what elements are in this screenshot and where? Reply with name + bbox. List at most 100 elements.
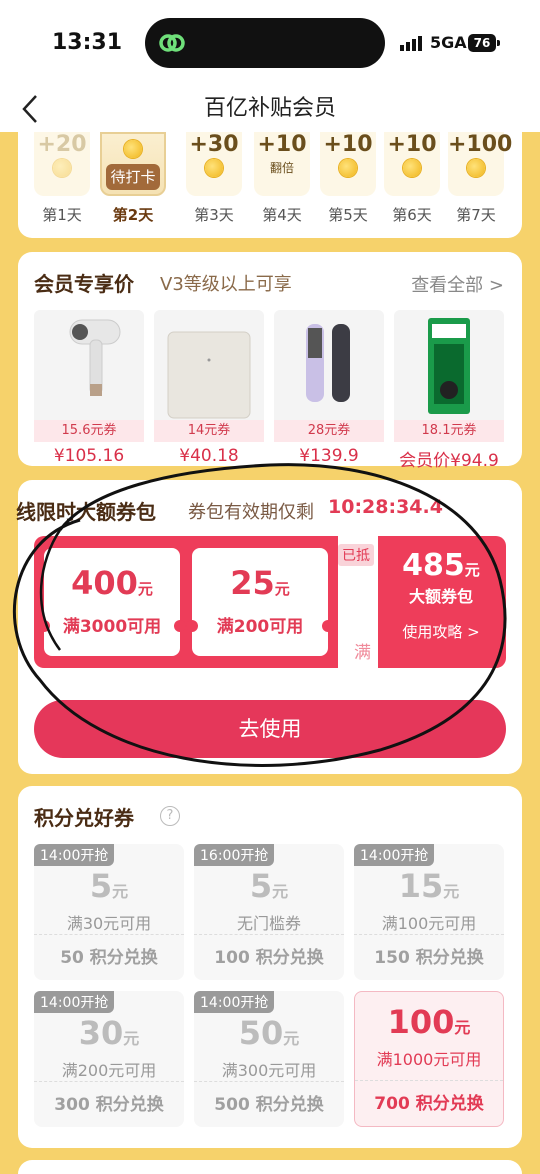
checkin-day-5[interactable]: +10 第5天 xyxy=(320,132,376,225)
coupon-strip[interactable]: 400元 满3000可用 25元 满200可用 已抵 满 485元 大额券包 使… xyxy=(34,536,506,668)
points-coupon[interactable]: 14:00开抢 15元 满100元可用 150 积分兑换 xyxy=(354,844,504,980)
status-bar: 13:31 5GA 76 xyxy=(0,0,540,88)
hair-brush-image xyxy=(274,310,384,420)
checkin-day-1[interactable]: +20 第1天 xyxy=(34,132,90,225)
coupon-amount: 50 xyxy=(238,1014,284,1052)
points-coupon[interactable]: 14:00开抢 50元 满300元可用 500 积分兑换 xyxy=(194,991,344,1127)
coupon-unit: 元 xyxy=(283,1029,300,1048)
product-item[interactable]: 28元券 ¥139.9 xyxy=(274,310,384,466)
pack-coupon[interactable]: 25元 满200可用 xyxy=(186,548,334,656)
points-exchange-card: 积分兑好券 ? 14:00开抢 5元 满30元可用 50 积分兑换 16:00开… xyxy=(18,786,522,1148)
page-title: 百亿补贴会员 xyxy=(203,96,336,121)
coupon-condition: 满3000可用 xyxy=(62,617,162,637)
pack-total-unit: 元 xyxy=(464,561,480,579)
coupon-unit: 元 xyxy=(112,882,129,901)
coupon-condition: 满200可用 xyxy=(216,617,304,637)
product-price: ¥40.18 xyxy=(179,446,239,466)
app-link-icon xyxy=(159,34,185,52)
camera-image xyxy=(394,310,504,420)
product-price: ¥105.16 xyxy=(53,446,125,466)
coupon-condition: 无门槛券 xyxy=(236,914,301,933)
day-label: 第4天 xyxy=(262,206,302,224)
coupon-unit: 元 xyxy=(454,1018,471,1037)
coin-icon xyxy=(53,159,71,177)
coupon-condition: 满100元可用 xyxy=(381,914,477,933)
coupon-tag: 15.6元券 xyxy=(34,420,144,442)
product-price: 会员价¥94.9 xyxy=(399,451,499,471)
coupon-amount: 400 xyxy=(71,564,138,602)
points-cost[interactable]: 300 积分兑换 xyxy=(34,1081,184,1127)
points-coupon[interactable]: 14:00开抢 30元 满200元可用 300 积分兑换 xyxy=(34,991,184,1127)
network-label: 5GA xyxy=(430,33,467,52)
coupon-pack-card: 线限时大额券包 券包有效期仅剩 10:28:34.4 400元 满3000可用 … xyxy=(16,480,522,774)
points-cost[interactable]: 100 积分兑换 xyxy=(194,934,344,980)
day-label: 第7天 xyxy=(456,206,496,224)
pack-subtitle: 券包有效期仅剩 xyxy=(188,502,314,523)
start-time-badge: 14:00开抢 xyxy=(34,991,115,1013)
coupon-amount: 30 xyxy=(78,1014,124,1052)
day-amount: +10 xyxy=(387,132,437,157)
checkin-day-4[interactable]: +10 翻倍 第4天 xyxy=(254,132,310,225)
coupon-tag: 28元券 xyxy=(274,420,384,442)
checkin-card: +20 第1天 待打卡 第2天 +30 第3天 +10 翻倍 第4天 +10 第5… xyxy=(18,132,522,238)
usage-guide-link[interactable]: 使用攻略 > xyxy=(386,621,496,642)
member-price-card: 会员专享价 V3等级以上可享 查看全部 > 15.6元券 ¥105.16 14元… xyxy=(18,252,522,471)
help-icon[interactable]: ? xyxy=(160,806,180,826)
checkin-day-7[interactable]: +100 第7天 xyxy=(448,132,513,225)
view-all-link[interactable]: 查看全部 > xyxy=(411,271,504,297)
next-section-card xyxy=(18,1160,522,1174)
points-cost[interactable]: 700 积分兑换 xyxy=(355,1080,503,1126)
pack-total-label: 大额券包 xyxy=(408,587,473,606)
points-coupon[interactable]: 16:00开抢 5元 无门槛券 100 积分兑换 xyxy=(194,844,344,980)
day-amount: +20 xyxy=(37,132,87,157)
use-coupon-button[interactable]: 去使用 xyxy=(34,700,506,758)
coin-icon xyxy=(124,140,142,158)
coupon-unit: 元 xyxy=(137,580,153,598)
product-item[interactable]: 14元券 ¥40.18 xyxy=(154,310,264,466)
coupon-condition: 满30元可用 xyxy=(66,914,152,933)
checkin-day-2[interactable]: 待打卡 第2天 xyxy=(100,132,166,225)
day-amount: +10 xyxy=(257,132,307,157)
coin-icon xyxy=(339,159,357,177)
member-title: 会员专享价 xyxy=(34,272,134,296)
product-item[interactable]: 15.6元券 ¥105.16 xyxy=(34,310,144,466)
battery-icon: 76 xyxy=(468,34,500,52)
pack-countdown: 10:28:34.4 xyxy=(328,496,443,518)
checkin-day-6[interactable]: +10 第6天 xyxy=(384,132,440,225)
coin-icon xyxy=(205,159,223,177)
nav-bar: 百亿补贴会员 xyxy=(0,88,540,132)
claimed-condition: 满 xyxy=(354,643,371,663)
checkin-day-3[interactable]: +30 第3天 xyxy=(186,132,242,225)
status-time: 13:31 xyxy=(52,30,123,55)
claimed-tag: 已抵 xyxy=(338,544,374,566)
hair-dryer-image xyxy=(34,310,144,420)
product-item[interactable]: 18.1元券 会员价¥94.9 xyxy=(394,310,504,471)
points-coupon[interactable]: 14:00开抢 5元 满30元可用 50 积分兑换 xyxy=(34,844,184,980)
product-price: ¥139.9 xyxy=(299,446,359,466)
day-label: 第6天 xyxy=(392,206,432,224)
double-note: 翻倍 xyxy=(269,161,294,175)
coupon-tag: 14元券 xyxy=(154,420,264,442)
coin-icon xyxy=(403,159,421,177)
coupon-condition: 满1000元可用 xyxy=(376,1050,482,1069)
coupon-amount: 5 xyxy=(89,867,113,905)
start-time-badge: 14:00开抢 xyxy=(34,844,115,866)
coupon-amount: 100 xyxy=(387,1003,455,1041)
day-amount: +100 xyxy=(448,132,513,157)
coin-icon xyxy=(467,159,485,177)
coupon-condition: 满300元可用 xyxy=(221,1061,317,1080)
points-cost[interactable]: 50 积分兑换 xyxy=(34,934,184,980)
points-title: 积分兑好券 xyxy=(34,806,134,830)
pack-coupon[interactable]: 400元 满3000可用 xyxy=(38,548,186,656)
day-label: 第5天 xyxy=(328,206,368,224)
coupon-condition: 满200元可用 xyxy=(61,1061,157,1080)
scale-image xyxy=(154,310,264,420)
points-cost[interactable]: 150 积分兑换 xyxy=(354,934,504,980)
coupon-unit: 元 xyxy=(274,580,290,598)
points-cost[interactable]: 500 积分兑换 xyxy=(194,1081,344,1127)
points-coupon[interactable]: 100元 满1000元可用 700 积分兑换 xyxy=(354,991,504,1127)
pack-total[interactable]: 485元 大额券包 使用攻略 > xyxy=(386,548,496,642)
checkin-badge[interactable]: 待打卡 xyxy=(106,164,160,190)
coupon-unit: 元 xyxy=(123,1029,140,1048)
coupon-unit: 元 xyxy=(443,882,460,901)
